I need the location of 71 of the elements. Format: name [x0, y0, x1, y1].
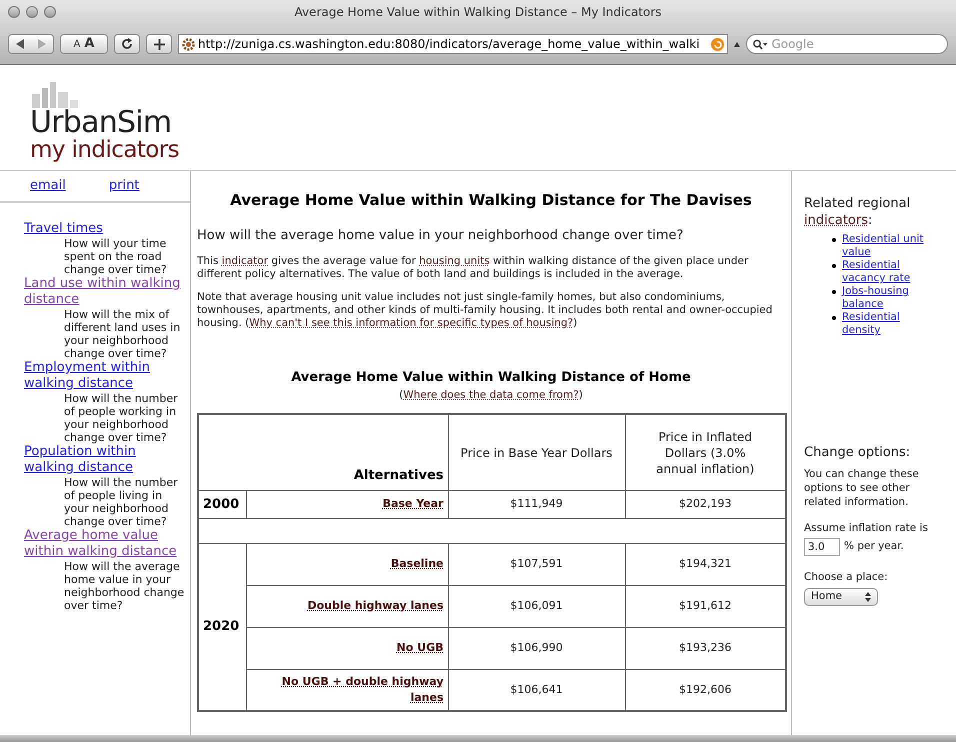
- gear-icon: [182, 38, 195, 50]
- sidebar-link[interactable]: Population within walking distance: [24, 444, 186, 476]
- sidebar-link[interactable]: Travel times: [24, 221, 186, 237]
- alternative-link[interactable]: Base Year: [382, 496, 444, 512]
- back-forward-icon: [16, 39, 46, 49]
- text-size-button[interactable]: A A: [60, 34, 108, 54]
- bullet-icon: [832, 238, 836, 242]
- text-link[interactable]: Where does the data come from?: [403, 388, 579, 400]
- logo-tagline: my indicators: [30, 138, 180, 162]
- search-field[interactable]: Google: [746, 34, 948, 54]
- reload-icon: [121, 38, 133, 50]
- sidebar-description: How will the number of people working in your neighborhood change over time?: [63, 392, 179, 444]
- page-link[interactable]: print: [108, 176, 140, 196]
- table-cell: $111,949: [448, 490, 625, 518]
- column-header: Price in Base Year Dollars: [448, 414, 625, 490]
- text-link[interactable]: Why can't I see this information for specific types of housing?: [249, 317, 574, 329]
- place-label: Choose a place:: [804, 570, 889, 586]
- add-bookmark-button[interactable]: [146, 34, 172, 54]
- sidebar-link[interactable]: Land use within walking distance: [24, 276, 186, 308]
- related-link[interactable]: Residential density: [842, 311, 932, 337]
- sidebar-description: How will the average home value in your neighborhood change over time?: [63, 560, 186, 612]
- inflation-unit: % per year.: [844, 539, 904, 554]
- paragraph: Note that average housing unit value includes not just single-family homes, but also condominiums, townhouses, apartments, and other kinds of multi-family housing. It includes both rental and owner-occupied housing. (Why can't I see this information for specific types of housing?): [197, 291, 774, 330]
- place-select[interactable]: Home: [804, 588, 878, 606]
- options-description: You can change these options to see other related information.: [804, 466, 920, 508]
- logo-wordmark: UrbanSim: [30, 108, 172, 138]
- table-cell: $106,091: [448, 585, 625, 628]
- caret-icon[interactable]: [734, 42, 740, 46]
- sidebar-link[interactable]: Employment within walking distance: [24, 360, 186, 392]
- window-button-icon[interactable]: [8, 6, 20, 18]
- window-title: Average Home Value within Walking Distance – My Indicators: [294, 4, 662, 21]
- related-link[interactable]: Residential unit value: [842, 233, 932, 259]
- sidebar-link[interactable]: Average home value within walking distance: [24, 528, 186, 560]
- text-link[interactable]: housing units: [419, 255, 490, 267]
- search-input[interactable]: Google: [771, 35, 941, 53]
- text-link[interactable]: indicators: [804, 213, 868, 228]
- page-title: Average Home Value within Walking Distance for The Davises: [229, 190, 753, 211]
- bullet-icon: [832, 316, 836, 320]
- related-link[interactable]: Residential vacancy rate: [842, 259, 932, 285]
- related-link[interactable]: Jobs-housing balance: [842, 285, 932, 311]
- page-question: How will the average home value in your neighborhood change over time?: [197, 226, 684, 244]
- text-link[interactable]: indicator: [222, 255, 268, 267]
- table-cell: $107,591: [448, 543, 625, 586]
- alternative-link[interactable]: No UGB + double highway lanes: [274, 674, 444, 706]
- address-field[interactable]: http://zuniga.cs.washington.edu:8080/indicators/average_home_value_within_walki: [178, 34, 728, 54]
- sidebar-description: How will the mix of different land uses in your neighborhood change over time?: [63, 308, 182, 360]
- paragraph: This indicator gives the average value for housing units within walking distance of the given place under different policy alternatives. The value of both land and buildings is included in the average.: [197, 255, 750, 281]
- inflation-field[interactable]: 3.0: [804, 538, 840, 556]
- up-down-arrows-icon: [865, 592, 871, 602]
- options-heading: Change options:: [804, 444, 912, 462]
- year-cell: 2000: [198, 490, 246, 518]
- page-link[interactable]: email: [30, 176, 66, 196]
- plus-icon: [154, 38, 164, 50]
- table-cell: $106,990: [448, 627, 625, 670]
- window-button-icon[interactable]: [26, 6, 38, 18]
- search-icon: [753, 38, 768, 50]
- sidebar-description: How will the number of people living in your neighborhood change over time?: [63, 476, 179, 528]
- inflation-label: Assume inflation rate is: [804, 520, 929, 536]
- alternative-link[interactable]: No UGB: [396, 640, 444, 656]
- alternative-link[interactable]: Baseline: [390, 556, 444, 572]
- table-note: (Where does the data come from?): [398, 388, 584, 402]
- bullet-icon: [832, 264, 836, 268]
- table-title: Average Home Value within Walking Distance of Home: [290, 369, 692, 387]
- window-button-icon[interactable]: [44, 6, 56, 18]
- alternative-link[interactable]: Double highway lanes: [307, 598, 444, 614]
- reload-button[interactable]: [114, 34, 140, 54]
- sidebar-description: How will your time spent on the road change over time?: [63, 237, 168, 276]
- column-header: Alternatives: [198, 414, 448, 490]
- back-forward-button[interactable]: [8, 34, 54, 54]
- related-heading: Related regional indicators:: [804, 195, 912, 229]
- bullet-icon: [832, 290, 836, 294]
